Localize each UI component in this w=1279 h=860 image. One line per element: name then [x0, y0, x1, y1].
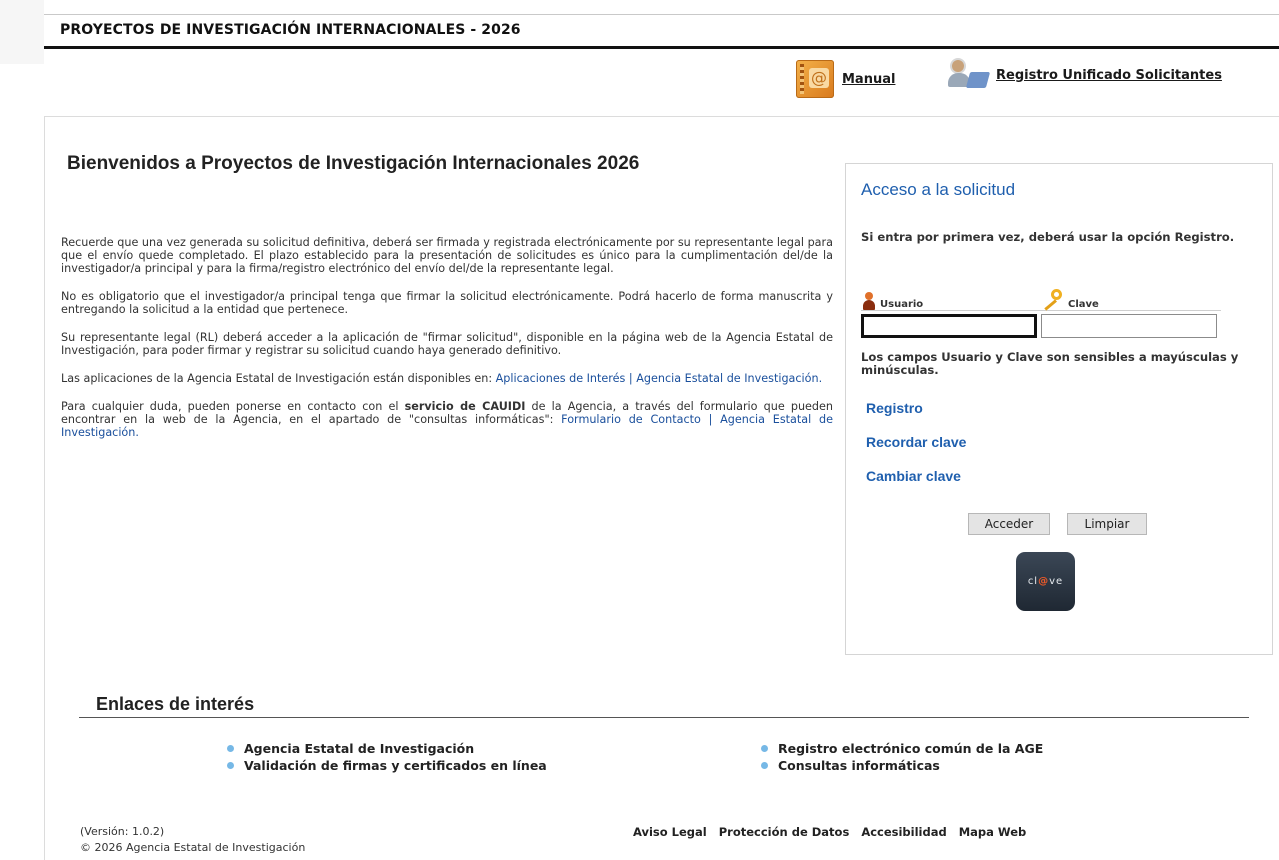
intro-paragraph-4-text: Las aplicaciones de la Agencia Estatal d… [61, 372, 496, 385]
link-validacion-firmas[interactable]: Validación de firmas y certificados en l… [227, 757, 547, 774]
bullet-icon [761, 745, 768, 752]
intro-paragraph-1: Recuerde que una vez generada su solicit… [61, 236, 833, 275]
clave-logo-mid: @ [1038, 576, 1050, 587]
footer-nav: Aviso Legal Protección de Datos Accesibi… [633, 825, 1026, 839]
registro-unificado-label[interactable]: Registro Unificado Solicitantes [996, 68, 1222, 83]
header-top-divider [44, 14, 1279, 15]
link-agencia-estatal[interactable]: Agencia Estatal de Investigación [227, 740, 547, 757]
intro-paragraph-2: No es obligatorio que el investigador/a … [61, 290, 833, 316]
intro-paragraph-5-text-a: Para cualquier duda, pueden ponerse en c… [61, 400, 405, 413]
aplicaciones-interes-link[interactable]: Aplicaciones de Interés | Agencia Estata… [496, 372, 823, 385]
key-icon [1041, 288, 1063, 311]
app-header: PROYECTOS DE INVESTIGACIÓN INTERNACIONAL… [0, 0, 1279, 64]
app-title: PROYECTOS DE INVESTIGACIÓN INTERNACIONAL… [60, 22, 521, 38]
clave-logo-icon: cl@ve [1028, 576, 1063, 587]
manual-link[interactable]: @ Manual [796, 60, 895, 98]
usuario-label-group: Usuario [863, 292, 923, 310]
login-hint: Si entra por primera vez, deberá usar la… [861, 230, 1235, 244]
bullet-icon [227, 745, 234, 752]
clave-label-group: Clave [1041, 288, 1099, 311]
usuario-label: Usuario [880, 299, 924, 310]
link-label[interactable]: Registro electrónico común de la AGE [778, 741, 1043, 756]
link-label[interactable]: Consultas informáticas [778, 758, 940, 773]
cauidi-service-text: servicio de CAUIDI [404, 400, 526, 413]
user-icon [863, 292, 875, 310]
clave-logo-pre: cl [1027, 576, 1039, 587]
acceder-button[interactable]: Acceder [968, 513, 1050, 535]
copyright-text: © 2026 Agencia Estatal de Investigación [80, 841, 306, 854]
intro-paragraph-5: Para cualquier duda, pueden ponerse en c… [61, 400, 833, 439]
cambiar-clave-link[interactable]: Cambiar clave [866, 468, 961, 484]
version-text: (Versión: 1.0.2) [80, 825, 165, 838]
login-title: Acceso a la solicitud [861, 180, 1016, 199]
footer-link-aviso-legal[interactable]: Aviso Legal [633, 825, 707, 839]
intro-paragraph-4: Las aplicaciones de la Agencia Estatal d… [61, 372, 833, 385]
manual-address-book-icon: @ [796, 60, 834, 98]
header-spacer [0, 0, 44, 64]
bullet-icon [761, 762, 768, 769]
link-consultas-informaticas[interactable]: Consultas informáticas [761, 757, 1043, 774]
clave-label: Clave [1068, 299, 1099, 310]
recordar-clave-link[interactable]: Recordar clave [866, 434, 966, 450]
users-icon [948, 60, 991, 90]
page-title: Bienvenidos a Proyectos de Investigación… [67, 153, 640, 174]
version-info: (Versión: 1.0.2) © 2026 Agencia Estatal … [80, 824, 305, 856]
link-label[interactable]: Validación de firmas y certificados en l… [244, 758, 547, 773]
login-field-labels: Usuario Clave [861, 288, 1221, 311]
intro-text: Recuerde que una vez generada su solicit… [61, 236, 833, 454]
manual-link-label[interactable]: Manual [842, 72, 895, 87]
intro-paragraph-3: Su representante legal (RL) deberá acced… [61, 331, 833, 357]
links-list-left: Agencia Estatal de Investigación Validac… [227, 740, 547, 774]
clave-logo-post: ve [1049, 576, 1064, 587]
links-list-right: Registro electrónico común de la AGE Con… [761, 740, 1043, 774]
header-bottom-divider [44, 46, 1279, 49]
bullet-icon [227, 762, 234, 769]
case-sensitivity-note: Los campos Usuario y Clave son sensibles… [861, 350, 1239, 377]
top-links-bar: @ Manual Registro Unificado Solicitantes [0, 60, 1279, 104]
registro-link[interactable]: Registro [866, 400, 923, 416]
links-section-divider [79, 717, 1249, 718]
clave-login-button[interactable]: cl@ve [1016, 552, 1075, 611]
footer-link-accesibilidad[interactable]: Accesibilidad [861, 825, 946, 839]
link-label[interactable]: Agencia Estatal de Investigación [244, 741, 474, 756]
usuario-input[interactable] [861, 314, 1037, 338]
link-registro-electronico[interactable]: Registro electrónico común de la AGE [761, 740, 1043, 757]
limpiar-button[interactable]: Limpiar [1067, 513, 1147, 535]
footer-link-mapa-web[interactable]: Mapa Web [959, 825, 1027, 839]
clave-input[interactable] [1041, 314, 1217, 338]
registro-unificado-link[interactable]: Registro Unificado Solicitantes [948, 60, 1222, 90]
footer-link-proteccion-datos[interactable]: Protección de Datos [719, 825, 850, 839]
links-section-title: Enlaces de interés [96, 694, 255, 714]
